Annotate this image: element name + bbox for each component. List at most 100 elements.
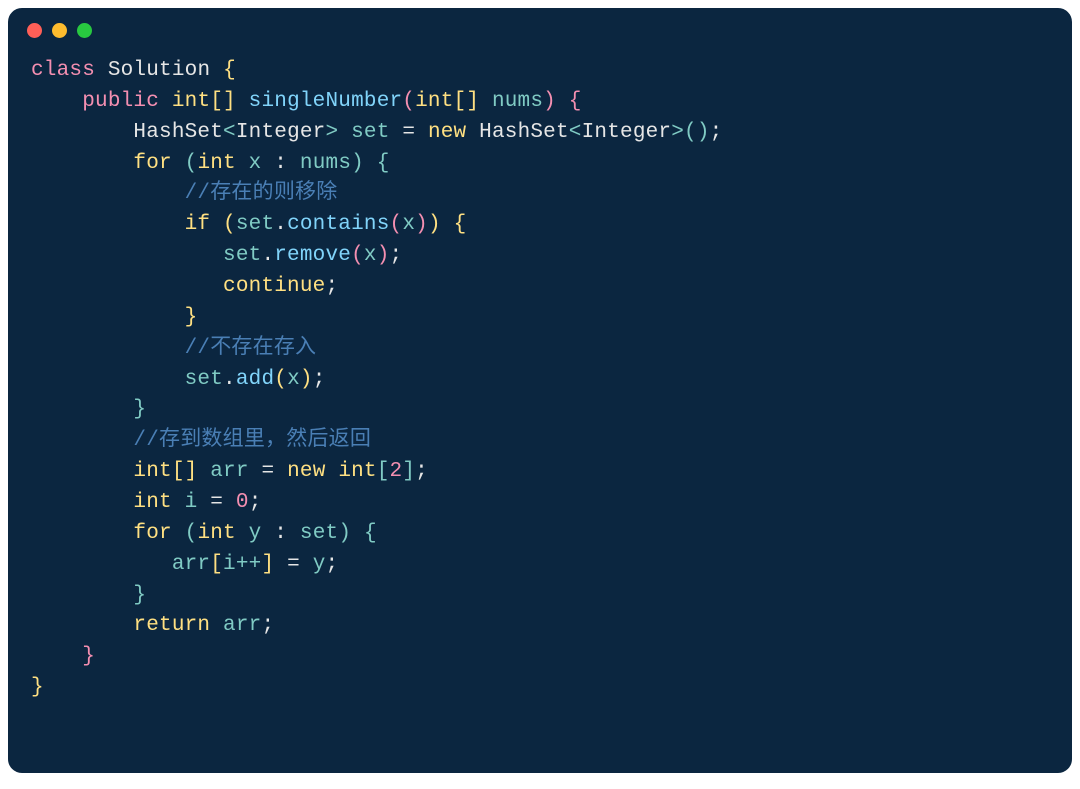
semi: ; [325,275,338,298]
paren: ) [428,213,441,236]
semi: ; [390,244,403,267]
type-HashSet2: HashSet [479,121,569,144]
op-eq: = [402,121,415,144]
ident-Solution: Solution [108,59,210,82]
bracket: [ [377,460,390,483]
kw-if: if [185,213,211,236]
ident-set3: set [223,244,261,267]
type-HashSet: HashSet [133,121,223,144]
ident-arr: arr [210,460,248,483]
code-window: class Solution { public int[] singleNumb… [8,8,1072,773]
ident-set4: set [185,368,223,391]
paren: ( [274,368,287,391]
paren: ( [390,213,403,236]
ident-set: set [351,121,389,144]
brace: } [31,676,44,699]
ident-x2: x [402,213,415,236]
kw-for2: for [133,522,171,545]
num-0: 0 [236,491,249,514]
brace: } [133,584,146,607]
type-int3: int [133,491,171,514]
colon: : [274,152,287,175]
kw-public: public [82,90,159,113]
paren: ) [415,213,428,236]
angle: < [569,121,582,144]
type-int: int [197,152,235,175]
expr-ipp: i++ [223,553,261,576]
close-icon[interactable] [27,23,42,38]
kw-return: return [133,614,210,637]
ident-x4: x [287,368,300,391]
paren: ) [377,244,390,267]
paren: ( [351,244,364,267]
comment-1: //存在的则移除 [185,182,338,205]
op-eq: = [261,460,274,483]
type-int4: int [197,522,235,545]
bracket: ] [261,553,274,576]
type-int-arr2: int[] [415,90,479,113]
type-Integer2: Integer [582,121,672,144]
kw-continue: continue [223,275,325,298]
num-2: 2 [390,460,403,483]
ident-arr3: arr [223,614,261,637]
method-add: add [236,368,274,391]
kw-for: for [133,152,171,175]
kw-new: new [428,121,466,144]
ident-nums: nums [492,90,543,113]
kw-new2: new [287,460,325,483]
brace: } [185,306,198,329]
bracket: ] [402,460,415,483]
dot: . [261,244,274,267]
ident-set5: set [300,522,338,545]
dot: . [223,368,236,391]
type-Integer: Integer [236,121,326,144]
semi: ; [313,368,326,391]
brace: { [454,213,467,236]
op-eq: = [287,553,300,576]
bracket: [ [210,553,223,576]
angle: > [325,121,338,144]
op-eq: = [210,491,223,514]
semi: ; [261,614,274,637]
window-titlebar [9,9,1071,44]
semi: ; [249,491,262,514]
paren: ) [338,522,351,545]
brace: { [364,522,377,545]
paren: ( [223,213,236,236]
ident-nums2: nums [300,152,351,175]
paren: ) [543,90,556,113]
paren: ) [300,368,313,391]
ident-arr2: arr [172,553,210,576]
ident-y2: y [313,553,326,576]
type-int-arr3: int[] [133,460,197,483]
paren: () [684,121,710,144]
method-remove: remove [274,244,351,267]
paren: ) [351,152,364,175]
minimize-icon[interactable] [52,23,67,38]
brace: { [569,90,582,113]
ident-x3: x [364,244,377,267]
type-int-arr: int[] [172,90,236,113]
brace: } [133,398,146,421]
type-int2: int [338,460,376,483]
method-singleNumber: singleNumber [249,90,403,113]
brace: } [82,645,95,668]
angle: > [671,121,684,144]
paren: ( [402,90,415,113]
kw-class: class [31,59,95,82]
brace: { [223,59,236,82]
maximize-icon[interactable] [77,23,92,38]
semi: ; [710,121,723,144]
ident-y: y [249,522,262,545]
paren: ( [185,522,198,545]
comment-2: //不存在存入 [185,337,317,360]
comment-3: //存到数组里，然后返回 [133,429,371,452]
ident-set2: set [236,213,274,236]
angle: < [223,121,236,144]
semi: ; [415,460,428,483]
paren: ( [185,152,198,175]
semi: ; [326,553,339,576]
colon: : [274,522,287,545]
dot: . [274,213,287,236]
method-contains: contains [287,213,389,236]
